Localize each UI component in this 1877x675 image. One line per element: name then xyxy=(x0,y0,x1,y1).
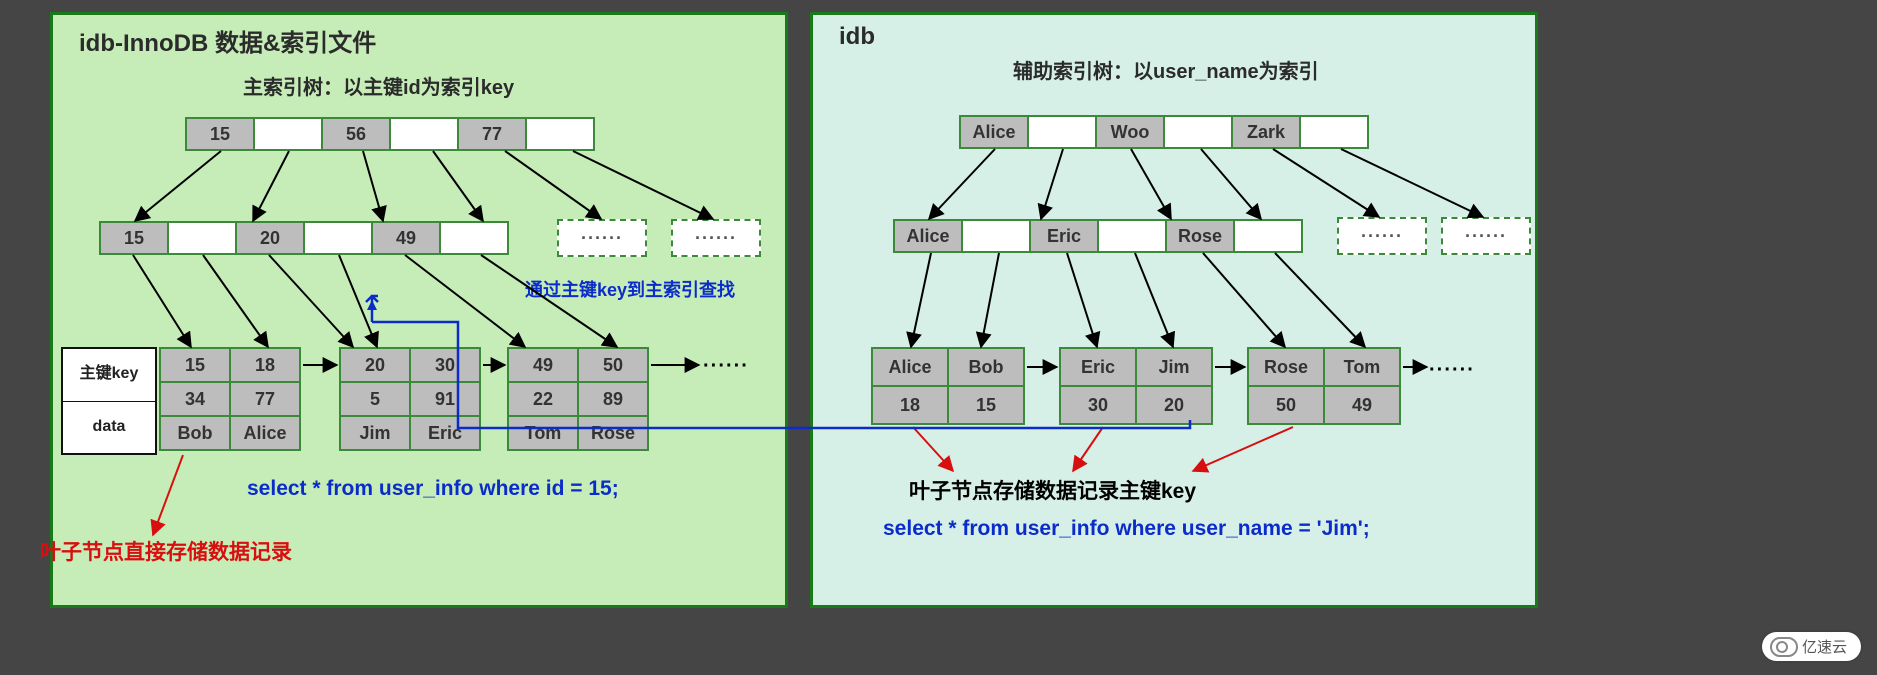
cell: 50 xyxy=(1247,385,1325,425)
cell: Bob xyxy=(947,347,1025,387)
cell xyxy=(961,219,1031,253)
cell xyxy=(439,221,509,255)
cell xyxy=(525,117,595,151)
right-leaf-caption: 叶子节点存储数据记录主键key xyxy=(909,475,1196,505)
cell: Rose xyxy=(1165,219,1235,253)
cell: 18 xyxy=(229,347,301,383)
key-data-labels: 主键key data xyxy=(61,347,157,455)
left-blue-note: 通过主键key到主索引查找 xyxy=(515,280,745,301)
dots: ······ xyxy=(703,355,749,378)
cell: Alice xyxy=(893,219,963,253)
cell: 30 xyxy=(409,347,481,383)
cell: 15 xyxy=(185,117,255,151)
cell: 15 xyxy=(159,347,231,383)
cell xyxy=(1097,219,1167,253)
watermark: 亿速云 xyxy=(1762,632,1861,661)
cell: Rose xyxy=(577,415,649,451)
ellipsis-box: ······ xyxy=(1337,217,1427,255)
ellipsis-box: ······ xyxy=(1441,217,1531,255)
cell: Eric xyxy=(1029,219,1099,253)
cell: 77 xyxy=(457,117,527,151)
left-panel: idb-InnoDB 数据&索引文件 主索引树：以主键id为索引key 15 5… xyxy=(50,12,788,608)
cell: 91 xyxy=(409,381,481,417)
cell: Tom xyxy=(1323,347,1401,387)
left-subtitle: 主索引树：以主键id为索引key xyxy=(243,71,514,100)
cell: 30 xyxy=(1059,385,1137,425)
cell: Rose xyxy=(1247,347,1325,387)
left-leaf-caption: 叶子节点直接存储数据记录 xyxy=(40,536,292,566)
cell: 15 xyxy=(99,221,169,255)
cell xyxy=(1163,115,1233,149)
cell: Tom xyxy=(507,415,579,451)
cell: Jim xyxy=(1135,347,1213,387)
cell: 22 xyxy=(507,381,579,417)
cell xyxy=(389,117,459,151)
left-leaf-0: 1518 3477 BobAlice xyxy=(159,347,301,451)
cell xyxy=(167,221,237,255)
cell: 20 xyxy=(235,221,305,255)
right-leaf-2: RoseTom 5049 xyxy=(1247,347,1401,425)
data-label: data xyxy=(63,401,155,454)
cell: Eric xyxy=(1059,347,1137,387)
right-leaf-1: EricJim 3020 xyxy=(1059,347,1213,425)
cell: 49 xyxy=(1323,385,1401,425)
cell: Alice xyxy=(229,415,301,451)
cell: Zark xyxy=(1231,115,1301,149)
cell: 20 xyxy=(1135,385,1213,425)
left-sql: select * from user_info where id = 15; xyxy=(247,477,619,501)
ellipsis-box: ······ xyxy=(557,219,647,257)
cell: Bob xyxy=(159,415,231,451)
right-title: idb xyxy=(839,23,875,51)
left-root-row: 15 56 77 xyxy=(185,117,595,151)
cell xyxy=(1299,115,1369,149)
left-arrows xyxy=(53,15,791,611)
right-mid-row: Alice Eric Rose xyxy=(893,219,1303,253)
cell: 89 xyxy=(577,381,649,417)
cell xyxy=(1233,219,1303,253)
right-subtitle: 辅助索引树：以user_name为索引 xyxy=(1013,55,1319,84)
right-sql: select * from user_info where user_name … xyxy=(883,517,1523,541)
cell xyxy=(1027,115,1097,149)
cell: 34 xyxy=(159,381,231,417)
cell: 49 xyxy=(371,221,441,255)
cell: 50 xyxy=(577,347,649,383)
cell: 20 xyxy=(339,347,411,383)
dots: ······ xyxy=(1429,359,1475,382)
cell: 49 xyxy=(507,347,579,383)
cell: Alice xyxy=(871,347,949,387)
key-label: 主键key xyxy=(63,349,155,401)
left-leaf-1: 2030 591 JimEric xyxy=(339,347,481,451)
right-root-row: Alice Woo Zark xyxy=(959,115,1369,149)
cell: Eric xyxy=(409,415,481,451)
left-mid-row: 15 20 49 xyxy=(99,221,509,255)
cell: 18 xyxy=(871,385,949,425)
cell: 15 xyxy=(947,385,1025,425)
cell: Alice xyxy=(959,115,1029,149)
left-leaf-2: 4950 2289 TomRose xyxy=(507,347,649,451)
cell: Woo xyxy=(1095,115,1165,149)
cell: 56 xyxy=(321,117,391,151)
ellipsis-box: ······ xyxy=(671,219,761,257)
right-leaf-0: AliceBob 1815 xyxy=(871,347,1025,425)
left-title: idb-InnoDB 数据&索引文件 xyxy=(79,23,376,58)
cell: 5 xyxy=(339,381,411,417)
cell: 77 xyxy=(229,381,301,417)
cell xyxy=(303,221,373,255)
cell: Jim xyxy=(339,415,411,451)
right-panel: idb 辅助索引树：以user_name为索引 Alice Woo Zark A… xyxy=(810,12,1538,608)
cell xyxy=(253,117,323,151)
